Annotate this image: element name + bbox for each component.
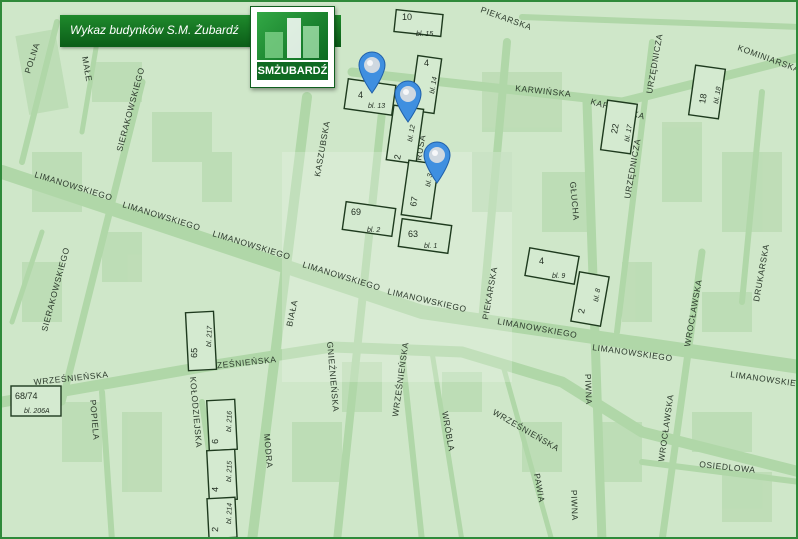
building-outline-bl8: [570, 270, 610, 328]
location-pin-icon[interactable]: [421, 140, 453, 184]
building-number-bl3: 67: [408, 196, 420, 208]
building-number-bl17: 22: [609, 123, 621, 135]
logo-building-icon: [257, 12, 328, 60]
building-label-bl206a: bl. 206A: [24, 408, 50, 415]
street-label-piwna-south: PIWNA: [569, 490, 580, 521]
map-canvas[interactable]: ŻUBARDŹ POLNA MAŁE SIERAKOWSKIEGO SIERAK…: [0, 0, 798, 539]
building-number-bl215: 4: [210, 487, 220, 492]
watermark-text: ŻUBARDŹ: [340, 357, 444, 382]
location-pin-icon[interactable]: [392, 79, 424, 123]
building-label-bl2: bl. 2: [367, 227, 380, 234]
building-label-bl9: bl. 9: [552, 273, 565, 280]
building-number-bl9: 4: [539, 256, 544, 266]
building-label-bl1: bl. 1: [424, 243, 437, 250]
street-label-drukarska: DRUKARSKA: [751, 243, 771, 302]
building-label-bl216: bl. 216: [226, 411, 234, 432]
street-label-piwna-north: PIWNA: [583, 374, 594, 405]
building-number-bl15: 10: [402, 12, 412, 22]
building-number-bl217: 65: [189, 348, 199, 358]
street-label-pawia: PAWIA: [532, 473, 547, 504]
building-label-bl15: bl. 15: [416, 31, 433, 38]
page-title: Wykaz budynków S.M. Żubardź: [70, 23, 239, 37]
street-label-kolodziejska: KOŁODZIEJSKA: [188, 376, 204, 448]
building-number-bl1: 63: [408, 229, 418, 239]
title-banner: Wykaz budynków S.M. Żubardź: [60, 15, 255, 47]
street-label-wroclawska-north: WROCŁAWSKA: [682, 279, 704, 348]
logo[interactable]: SMŻUBARDŹ: [250, 6, 335, 88]
building-label-bl214: bl. 214: [226, 503, 234, 524]
building-label-bl217: bl. 217: [206, 325, 214, 347]
building-number-bl18: 18: [697, 93, 709, 105]
logo-text: SMŻUBARDŹ: [257, 62, 328, 80]
building-number-bl214: 2: [210, 527, 220, 532]
building-label-bl215: bl. 215: [226, 461, 234, 482]
building-number-bl2: 69: [351, 207, 361, 217]
building-label-bl13: bl. 13: [368, 103, 385, 110]
location-pin-icon[interactable]: [356, 50, 388, 94]
building-number-bl206a: 68/74: [15, 391, 38, 401]
building-number-bl216: 6: [210, 439, 220, 444]
building-number-bl14: 4: [424, 58, 429, 68]
